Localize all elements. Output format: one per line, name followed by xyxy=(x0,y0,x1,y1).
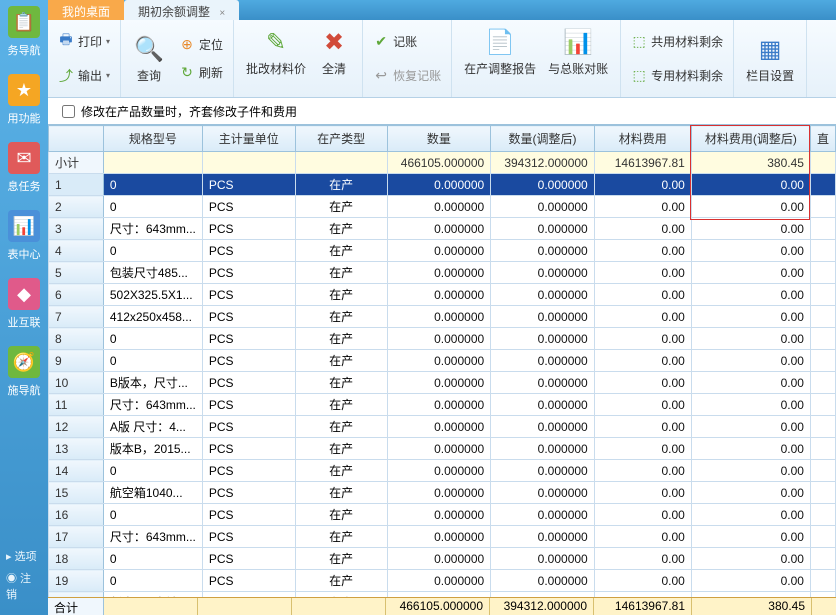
table-row[interactable]: 11尺寸：643mm...PCS在产0.0000000.0000000.000.… xyxy=(49,394,836,416)
total-label: 合计 xyxy=(48,598,104,615)
unpost-icon: ↩ xyxy=(373,68,389,84)
ribbon: 🖶打印▾ ⤴输出▾ 🔍查询 ⊕定位 ↻刷新 ✎批改材料价 ✖全清 ✔记账 ↩恢复… xyxy=(48,20,836,98)
sidebar-icon: 📋 xyxy=(8,6,40,38)
export-button[interactable]: ⤴输出▾ xyxy=(54,64,114,87)
edit-icon: ✎ xyxy=(260,26,292,58)
table-row[interactable]: 17尺寸：643mm...PCS在产0.0000000.0000000.000.… xyxy=(49,526,836,548)
option-row: 修改在产品数量时，齐套修改子件和费用 xyxy=(48,98,836,124)
table-row[interactable]: 140PCS在产0.0000000.0000000.000.00 xyxy=(49,460,836,482)
post-button[interactable]: ✔记账 xyxy=(369,30,445,53)
column-header[interactable]: 数量 xyxy=(387,126,491,152)
sidebar-item[interactable]: 🧭 施导航 xyxy=(0,340,48,408)
total-qty-adj: 394312.000000 xyxy=(490,598,594,615)
sidebar-label: 表中心 xyxy=(8,246,41,262)
report-icon: 📄 xyxy=(484,26,516,58)
post-icon: ✔ xyxy=(373,33,389,49)
column-header[interactable]: 数量(调整后) xyxy=(491,126,595,152)
column-header[interactable]: 规格型号 xyxy=(103,126,202,152)
sidebar-logout[interactable]: ◉ 注销 xyxy=(4,567,44,605)
sidebar-item[interactable]: ✉ 息任务 xyxy=(0,136,48,204)
column-header[interactable]: 主计量单位 xyxy=(202,126,295,152)
sync-children-checkbox[interactable] xyxy=(62,105,75,118)
clear-all-button[interactable]: ✖全清 xyxy=(312,24,356,93)
sidebar-icon: 🧭 xyxy=(8,346,40,378)
table-row[interactable]: 12A版 尺寸：4...PCS在产0.0000000.0000000.000.0… xyxy=(49,416,836,438)
sidebar-icon: ◆ xyxy=(8,278,40,310)
sidebar: 📋 务导航 ★ 用功能 ✉ 息任务 📊 表中心 ◆ 业互联 🧭 施导航 ▸ 选项 ◉ 注销 xyxy=(0,0,48,615)
columns-icon: ▦ xyxy=(754,33,786,65)
table-row[interactable]: 3尺寸：643mm...PCS在产0.0000000.0000000.000.0… xyxy=(49,218,836,240)
column-header[interactable]: 材料费用(调整后) xyxy=(691,126,810,152)
column-header[interactable]: 在产类型 xyxy=(295,126,387,152)
print-button[interactable]: 🖶打印▾ xyxy=(54,30,114,53)
locate-button[interactable]: ⊕定位 xyxy=(175,33,227,56)
column-settings-button[interactable]: ▦栏目设置 xyxy=(740,31,800,86)
table-row[interactable]: 10B版本，尺寸...PCS在产0.0000000.0000000.000.00 xyxy=(49,372,836,394)
tab-desktop[interactable]: 我的桌面 xyxy=(48,0,124,20)
column-header[interactable]: 直 xyxy=(810,126,835,152)
wip-report-button[interactable]: 📄在产调整报告 xyxy=(458,24,542,93)
special-icon: ⬚ xyxy=(631,68,647,84)
checkbox-label: 修改在产品数量时，齐套修改子件和费用 xyxy=(81,103,297,120)
close-icon[interactable]: × xyxy=(219,8,225,19)
table-row[interactable]: 190PCS在产0.0000000.0000000.000.00 xyxy=(49,570,836,592)
refresh-icon: ↻ xyxy=(179,64,195,80)
subtotal-row: 小计466105.000000394312.00000014613967.813… xyxy=(49,152,836,174)
sidebar-footer: ▸ 选项 ◉ 注销 xyxy=(0,539,48,615)
locate-icon: ⊕ xyxy=(179,37,195,53)
sidebar-icon: 📊 xyxy=(8,210,40,242)
table-row[interactable]: 40PCS在产0.0000000.0000000.000.00 xyxy=(49,240,836,262)
column-header[interactable] xyxy=(49,126,104,152)
sidebar-label: 用功能 xyxy=(8,110,41,126)
table-row[interactable]: 5包装尺寸485...PCS在产0.0000000.0000000.000.00 xyxy=(49,262,836,284)
tabs: 我的桌面 期初余额调整 × xyxy=(48,0,836,20)
tab-balance-adjust[interactable]: 期初余额调整 × xyxy=(124,0,239,20)
special-material-button[interactable]: ⬚专用材料剩余 xyxy=(627,64,727,87)
sidebar-label: 息任务 xyxy=(8,178,41,194)
total-cost-adj: 380.45 xyxy=(692,598,812,615)
unpost-button[interactable]: ↩恢复记账 xyxy=(369,64,445,87)
table-row[interactable]: 20PCS在产0.0000000.0000000.000.00 xyxy=(49,196,836,218)
sidebar-item[interactable]: 📊 表中心 xyxy=(0,204,48,272)
table-row[interactable]: 80PCS在产0.0000000.0000000.000.00 xyxy=(49,328,836,350)
sidebar-icon: ✉ xyxy=(8,142,40,174)
sidebar-options[interactable]: ▸ 选项 xyxy=(4,545,44,567)
refresh-button[interactable]: ↻刷新 xyxy=(175,61,227,84)
table-row[interactable]: 7412x250x458...PCS在产0.0000000.0000000.00… xyxy=(49,306,836,328)
sidebar-label: 施导航 xyxy=(8,382,41,398)
table-row[interactable]: 90PCS在产0.0000000.0000000.000.00 xyxy=(49,350,836,372)
table-row[interactable]: 13版本B，2015...PCS在产0.0000000.0000000.000.… xyxy=(49,438,836,460)
shared-icon: ⬚ xyxy=(631,33,647,49)
column-header[interactable]: 材料费用 xyxy=(594,126,691,152)
export-icon: ⤴ xyxy=(58,68,74,84)
ledger-icon: 📊 xyxy=(562,26,594,58)
sidebar-item[interactable]: ◆ 业互联 xyxy=(0,272,48,340)
table-row[interactable]: 180PCS在产0.0000000.0000000.000.00 xyxy=(49,548,836,570)
table-row[interactable]: 6502X325.5X1...PCS在产0.0000000.0000000.00… xyxy=(49,284,836,306)
sidebar-item[interactable]: ★ 用功能 xyxy=(0,68,48,136)
table-row[interactable]: 15航空箱1040...PCS在产0.0000000.0000000.000.0… xyxy=(49,482,836,504)
search-icon: 🔍 xyxy=(133,33,165,65)
gl-compare-button[interactable]: 📊与总账对账 xyxy=(542,24,614,93)
batch-price-button[interactable]: ✎批改材料价 xyxy=(240,24,312,93)
sidebar-label: 务导航 xyxy=(8,42,41,58)
clear-icon: ✖ xyxy=(318,26,350,58)
print-icon: 🖶 xyxy=(58,33,74,49)
total-row: 合计 466105.000000 394312.000000 14613967.… xyxy=(48,597,836,615)
query-button[interactable]: 🔍查询 xyxy=(127,31,171,86)
sidebar-icon: ★ xyxy=(8,74,40,106)
data-grid[interactable]: 规格型号主计量单位在产类型数量数量(调整后)材料费用材料费用(调整后)直 小计4… xyxy=(48,124,836,597)
sidebar-item[interactable]: 📋 务导航 xyxy=(0,0,48,68)
table-row[interactable]: 10PCS在产0.0000000.0000000.000.00 xyxy=(49,174,836,196)
shared-material-button[interactable]: ⬚共用材料剩余 xyxy=(627,30,727,53)
total-qty: 466105.000000 xyxy=(386,598,490,615)
table-row[interactable]: 160PCS在产0.0000000.0000000.000.00 xyxy=(49,504,836,526)
total-cost: 14613967.81 xyxy=(594,598,692,615)
tab-label: 期初余额调整 xyxy=(138,5,210,19)
sidebar-label: 业互联 xyxy=(8,314,41,330)
